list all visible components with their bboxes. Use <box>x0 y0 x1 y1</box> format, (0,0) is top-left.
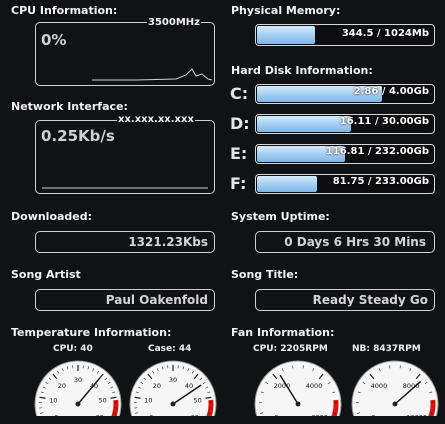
cpu-fan-label: CPU: 2205RPM <box>253 344 328 354</box>
gauge-tick-label: 10 <box>144 397 152 405</box>
cpu-frequency: 3500MHz <box>147 17 201 28</box>
gauge-tick-label: 4000 <box>306 382 323 390</box>
gauge-tick-label: 60 <box>191 414 199 417</box>
gauge-tick-label: 20 <box>58 382 66 390</box>
gauge-tick-label: 0 <box>149 414 153 417</box>
system-uptime-value: 0 Days 6 Hrs 30 Mins <box>284 235 426 249</box>
gauge-needle-hub <box>75 401 81 407</box>
gauge-tick-label: 50 <box>98 397 106 405</box>
gauge-tick-label: 12000 <box>406 414 427 417</box>
gauge-face <box>351 360 439 416</box>
drive-f-letter: F: <box>230 174 247 193</box>
gauge-tick-label: 20 <box>153 382 161 390</box>
gauge-tick-label: 8000 <box>403 382 420 390</box>
drive-c-letter: C: <box>230 84 249 103</box>
network-usage-graph <box>42 187 208 189</box>
song-title-value: Ready Steady Go <box>312 293 428 307</box>
drive-e-letter: E: <box>230 144 248 163</box>
network-interface-label: Network Interface: <box>11 100 128 113</box>
drive-c-bar: 2.86 / 4.00Gb <box>255 84 435 104</box>
cpu-usage-graph <box>92 68 213 81</box>
cpu-info-label: CPU Information: <box>11 4 118 17</box>
case-temp-gauge: 0 1020 30 4050 60 <box>129 360 217 417</box>
drive-e-bar: 116.81 / 232.00Gb <box>255 144 435 164</box>
drive-f-bar: 81.75 / 233.00Gb <box>255 174 435 194</box>
gauge-tick-label: 0 <box>54 414 58 417</box>
gauge-tick-label: 50 <box>193 397 201 405</box>
song-artist-box: Paul Oakenfold <box>35 289 215 311</box>
gauge-needle-hub <box>392 401 398 407</box>
system-uptime-box: 0 Days 6 Hrs 30 Mins <box>255 231 435 253</box>
drive-d-fill <box>257 116 351 132</box>
gauge-tick-label: 30 <box>169 376 177 384</box>
system-uptime-label: System Uptime: <box>231 210 330 223</box>
nb-fan-gauge: 0 4000 8000 12000 <box>351 360 439 417</box>
downloaded-box: 1321.23Kbs <box>35 231 215 253</box>
gauge-tick-label: 60 <box>96 414 104 417</box>
fan-info-label: Fan Information: <box>231 326 335 339</box>
drive-d-letter: D: <box>230 114 250 133</box>
song-title-box: Ready Steady Go <box>255 289 435 311</box>
cpu-graph-panel: 0% <box>35 22 215 86</box>
gauge-tick-label: 30 <box>74 376 82 384</box>
nb-fan-label: NB: 8437RPM <box>352 344 421 354</box>
memory-usage-value: 344.5 / 1024Mb <box>341 28 429 39</box>
physical-memory-label: Physical Memory: <box>231 4 341 17</box>
gauge-needle-hub <box>295 401 301 407</box>
gauge-tick-label: 4000 <box>371 382 388 390</box>
temperature-info-label: Temperature Information: <box>11 326 172 339</box>
cpu-fan-gauge: 0200040006000 <box>254 360 342 417</box>
network-graph-panel: 0.25Kb/s <box>35 120 215 194</box>
memory-usage-bar: 344.5 / 1024Mb <box>255 24 435 46</box>
drive-c-value: 2.86 / 4.00Gb <box>353 86 429 97</box>
drive-f-fill <box>257 176 318 192</box>
drive-d-value: 16.11 / 30.00Gb <box>339 116 429 127</box>
song-title-label: Song Title: <box>231 268 299 281</box>
drive-f-value: 81.75 / 233.00Gb <box>332 176 429 187</box>
cpu-temp-label: CPU: 40 <box>53 344 93 354</box>
gauge-tick-label: 0 <box>274 414 278 417</box>
hard-disk-label: Hard Disk Information: <box>231 64 373 77</box>
gauge-needle-hub <box>170 401 176 407</box>
gauge-tick-label: 10 <box>49 397 57 405</box>
gauge-tick-label: 0 <box>371 414 375 417</box>
song-artist-value: Paul Oakenfold <box>105 293 208 307</box>
gauge-face <box>254 360 342 416</box>
memory-usage-fill <box>257 26 315 44</box>
cpu-temp-gauge: 0102030405060 <box>34 360 122 417</box>
song-artist-label: Song Artist <box>11 268 81 281</box>
network-address: xx.xxx.xx.xxx <box>117 114 195 125</box>
downloaded-value: 1321.23Kbs <box>128 235 208 249</box>
drive-d-bar: 16.11 / 30.00Gb <box>255 114 435 134</box>
case-temp-label: Case: 44 <box>148 344 192 354</box>
downloaded-label: Downloaded: <box>11 210 93 223</box>
gauge-tick-label: 6000 <box>311 414 328 417</box>
gauge-tick-label: 40 <box>185 382 193 390</box>
drive-e-value: 116.81 / 232.00Gb <box>325 146 429 157</box>
